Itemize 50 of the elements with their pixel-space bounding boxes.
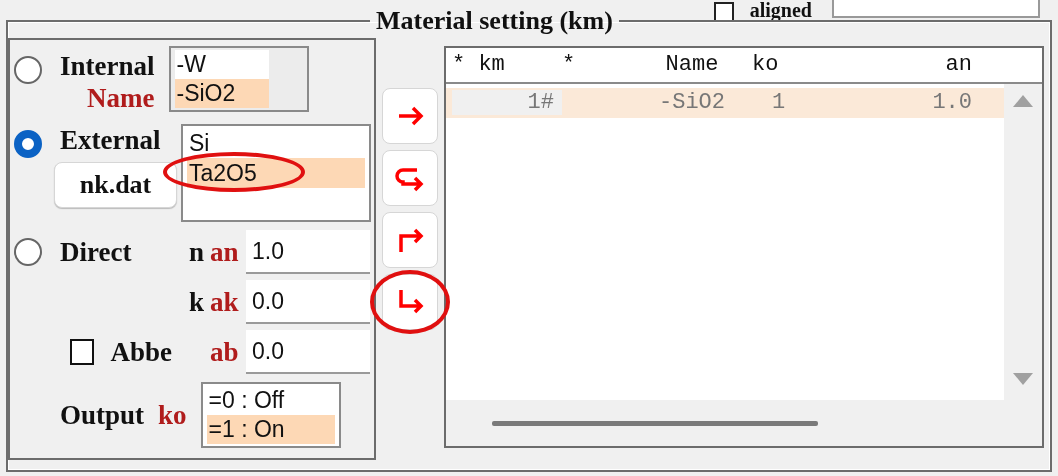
list-item[interactable]: -SiO2 [174, 79, 269, 108]
column-header: an [944, 52, 972, 78]
table-cell: 1# [452, 90, 562, 116]
list-item[interactable]: =0 : Off [206, 386, 335, 415]
column-header: * km [452, 52, 506, 78]
value-field[interactable]: 0.0 [246, 280, 370, 324]
internal-list[interactable]: -W -SiO2 [168, 46, 309, 112]
external-radio[interactable] [14, 130, 42, 158]
aligned-label: aligned [749, 0, 812, 20]
list-item[interactable]: Ta2O5 [187, 158, 365, 188]
group-title: Material setting (km) [375, 8, 614, 34]
list-item[interactable]: Si [187, 128, 365, 158]
aligned-checkbox[interactable] [713, 2, 734, 22]
param-label: ko [158, 399, 187, 431]
table-cell-text: 1.0 [931, 90, 972, 116]
output-list[interactable]: =0 : Off =1 : On [200, 382, 341, 448]
table-cell-text: -SiO2 [658, 90, 726, 116]
internal-radio[interactable] [14, 56, 42, 84]
symbol-label: k [188, 286, 204, 318]
list-item[interactable]: -W [174, 50, 269, 79]
transfer-button[interactable] [382, 274, 438, 330]
transfer-button[interactable] [382, 88, 438, 144]
abbe-checkbox[interactable] [70, 339, 95, 365]
list-item[interactable]: =1 : On [206, 415, 335, 444]
table-cell-text: 1 [771, 90, 787, 116]
transfer-button[interactable] [382, 150, 438, 206]
direct-radio[interactable] [14, 238, 42, 266]
scroll-down-icon[interactable] [1012, 372, 1034, 387]
nk-dat-button[interactable]: nk.dat [54, 162, 177, 208]
param-label: an [210, 236, 240, 268]
external-label: External [60, 124, 162, 156]
column-header: ko [752, 52, 780, 78]
transfer-button[interactable] [382, 212, 438, 268]
abbe-label: Abbe [110, 336, 172, 368]
internal-label: Internal [60, 50, 155, 82]
top-field[interactable] [832, 0, 1040, 18]
column-header: * [562, 52, 577, 78]
symbol-label: n [188, 236, 204, 268]
external-list[interactable]: Si Ta2O5 [181, 124, 371, 222]
value-field[interactable]: 0.0 [246, 330, 370, 374]
param-label: ab [210, 336, 240, 368]
direct-label: Direct [60, 236, 132, 268]
scrollbar-thumb[interactable] [492, 420, 818, 426]
scroll-up-icon[interactable] [1012, 93, 1034, 108]
value-field[interactable]: 1.0 [246, 230, 370, 274]
output-label: Output [60, 399, 145, 431]
name-label: Name [87, 82, 155, 114]
table-row[interactable]: 1# -SiO2 1 1.0 [446, 87, 1004, 118]
column-header: Name [664, 52, 720, 78]
param-label: ak [210, 286, 240, 318]
